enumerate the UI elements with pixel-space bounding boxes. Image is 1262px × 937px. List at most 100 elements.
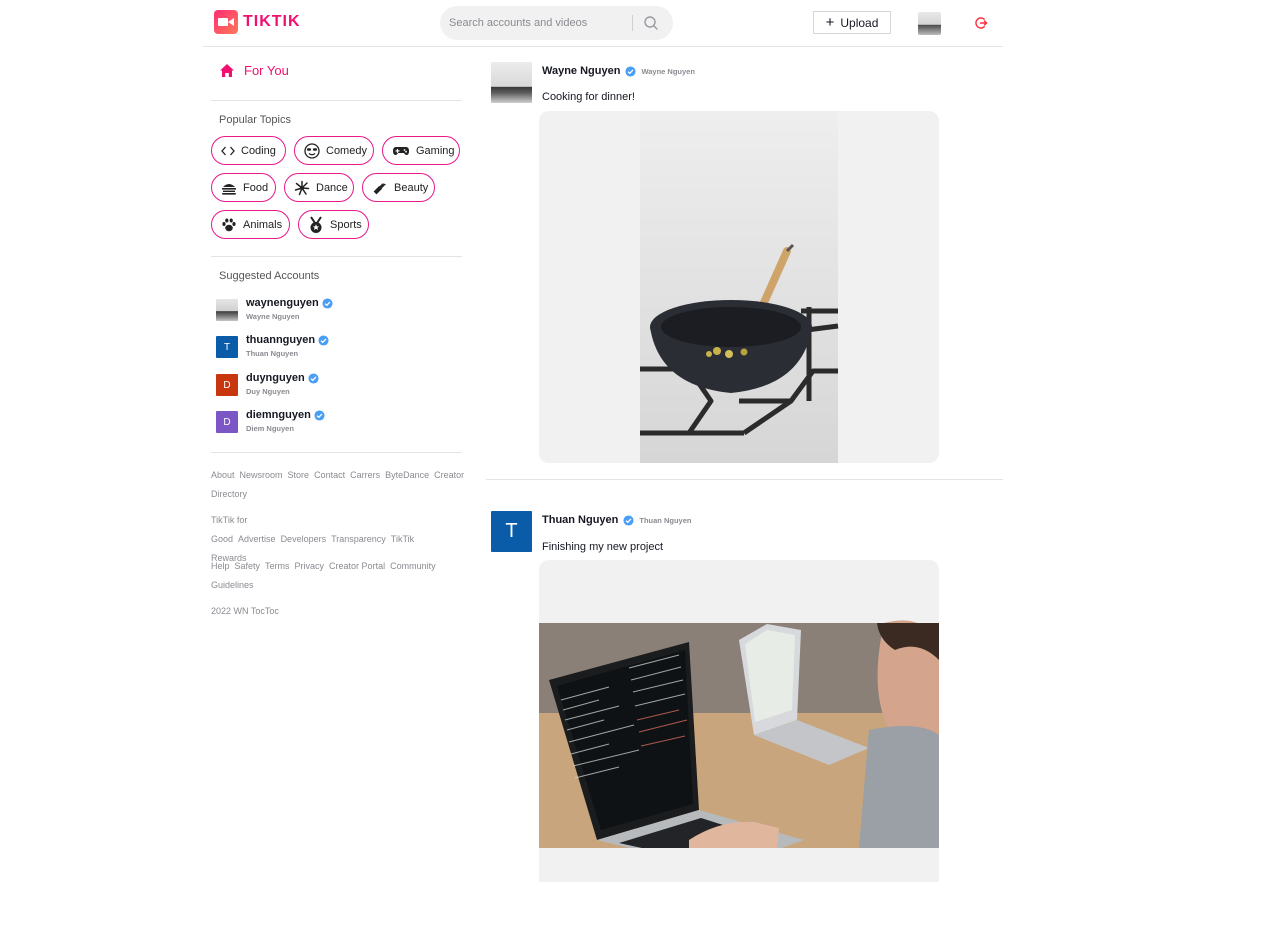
food-icon [222, 183, 236, 195]
footer-link[interactable]: Privacy [295, 561, 325, 571]
topic-label: Beauty [394, 181, 429, 194]
account-username: diemnguyen [246, 409, 325, 421]
avatar [216, 299, 238, 321]
upload-label: Upload [840, 15, 879, 30]
avatar: D [216, 411, 238, 433]
suggested-account-diemnguyen[interactable]: D diemnguyen Diem Nguyen [216, 409, 416, 437]
post-display-name: Thuan Nguyen [639, 515, 692, 525]
footer-link[interactable]: Store [288, 470, 310, 480]
dance-icon [294, 180, 310, 195]
medal-icon [310, 215, 322, 233]
suggested-account-thuannguyen[interactable]: T thuannguyen Thuan Nguyen [216, 334, 416, 362]
topic-animals[interactable]: Animals [211, 210, 290, 239]
logo-video-icon [214, 10, 238, 34]
sidebar-divider [211, 452, 462, 453]
footer-link[interactable]: About [211, 470, 235, 480]
post-video[interactable] [539, 560, 939, 882]
account-display-name: Wayne Nguyen [246, 312, 300, 321]
topic-label: Comedy [326, 144, 367, 157]
topic-coding[interactable]: Coding [211, 136, 286, 165]
gamepad-icon [393, 146, 409, 155]
topic-label: Dance [316, 181, 348, 194]
search-icon [644, 16, 658, 30]
account-username: thuannguyen [246, 334, 329, 346]
account-username: duynguyen [246, 372, 319, 384]
topic-dance[interactable]: Dance [284, 173, 354, 202]
account-display-name: Diem Nguyen [246, 424, 294, 433]
account-display-name: Thuan Nguyen [246, 349, 299, 358]
post-caption: Finishing my new project [542, 541, 664, 553]
post-author[interactable]: Thuan Nguyen Thuan Nguyen [542, 514, 691, 526]
sidebar-item-for-you[interactable]: For You [219, 63, 289, 78]
lipstick-icon [373, 182, 387, 194]
username-text: thuannguyen [246, 334, 316, 346]
logout-button[interactable] [972, 14, 990, 32]
footer-link[interactable]: Creator Portal [329, 561, 385, 571]
search-divider [632, 15, 633, 31]
topic-sports[interactable]: Sports [298, 210, 369, 239]
footer-link[interactable]: Advertise [238, 534, 276, 544]
logo[interactable]: TIKTIK [214, 10, 301, 34]
footer-link[interactable]: ByteDance [385, 470, 429, 480]
avatar: D [216, 374, 238, 396]
post-caption: Cooking for dinner! [542, 91, 635, 103]
logo-text: TIKTIK [243, 13, 301, 30]
footer-link[interactable]: Transparency [331, 534, 386, 544]
footer-link[interactable]: Newsroom [240, 470, 283, 480]
avatar-initial: T [223, 341, 231, 353]
topic-beauty[interactable]: Beauty [362, 173, 435, 202]
search-input[interactable] [449, 14, 629, 32]
footer-links-group-1: About Newsroom Store Contact Carrers ByteDanc… [211, 466, 464, 504]
post-username: Thuan Nguyen [542, 514, 619, 526]
post-author[interactable]: Wayne Nguyen Wayne Nguyen [542, 65, 695, 77]
sunglasses-face-icon [304, 142, 320, 159]
post-avatar[interactable]: T [491, 511, 532, 552]
verified-badge-icon [314, 409, 325, 421]
avatar-initial: D [223, 416, 231, 428]
footer-link[interactable]: Terms [265, 561, 290, 571]
suggested-account-waynenguyen[interactable]: waynenguyen Wayne Nguyen [216, 297, 416, 325]
footer-link[interactable]: Carrers [350, 470, 380, 480]
copyright: 2022 WN TocToc [211, 606, 279, 616]
paw-icon [222, 218, 236, 231]
upload-button[interactable]: + Upload [813, 11, 891, 34]
sidebar-divider [211, 100, 462, 101]
verified-badge-icon [318, 334, 329, 346]
account-display-name: Duy Nguyen [246, 387, 290, 396]
account-username: waynenguyen [246, 297, 333, 309]
post-video[interactable] [539, 111, 939, 463]
topic-gaming[interactable]: Gaming [382, 136, 460, 165]
footer-link[interactable]: Contact [314, 470, 345, 480]
footer-link[interactable]: Safety [235, 561, 261, 571]
username-text: waynenguyen [246, 297, 319, 309]
search-bar [440, 6, 673, 40]
verified-badge-icon [322, 297, 333, 309]
popular-topics-title: Popular Topics [219, 114, 291, 126]
video-frame-cooking [640, 111, 839, 463]
topic-label: Food [243, 181, 269, 194]
avatar: T [216, 336, 238, 358]
avatar-initial: D [223, 379, 231, 391]
footer-link[interactable]: Help [211, 561, 230, 571]
post-avatar[interactable] [491, 62, 532, 103]
sidebar-divider [211, 256, 462, 257]
topic-label: Sports [330, 218, 362, 231]
user-avatar[interactable] [918, 12, 941, 35]
logout-icon [975, 17, 988, 29]
footer-link[interactable]: Developers [281, 534, 327, 544]
feed-divider [486, 479, 1003, 480]
suggested-account-duynguyen[interactable]: D duynguyen Duy Nguyen [216, 372, 416, 400]
username-text: diemnguyen [246, 409, 311, 421]
code-icon [221, 146, 235, 155]
footer-links-group-3: Help Safety Terms Privacy Creator Portal Comm… [211, 557, 451, 595]
topic-food[interactable]: Food [211, 173, 276, 202]
video-frame-coding [539, 620, 939, 882]
search-button[interactable] [640, 13, 662, 33]
plus-icon: + [825, 14, 835, 31]
username-text: duynguyen [246, 372, 305, 384]
top-header: TIKTIK + Upload [203, 0, 1003, 47]
verified-badge-icon [625, 65, 636, 77]
suggested-accounts-title: Suggested Accounts [219, 270, 320, 282]
verified-badge-icon [308, 372, 319, 384]
topic-comedy[interactable]: Comedy [294, 136, 374, 165]
